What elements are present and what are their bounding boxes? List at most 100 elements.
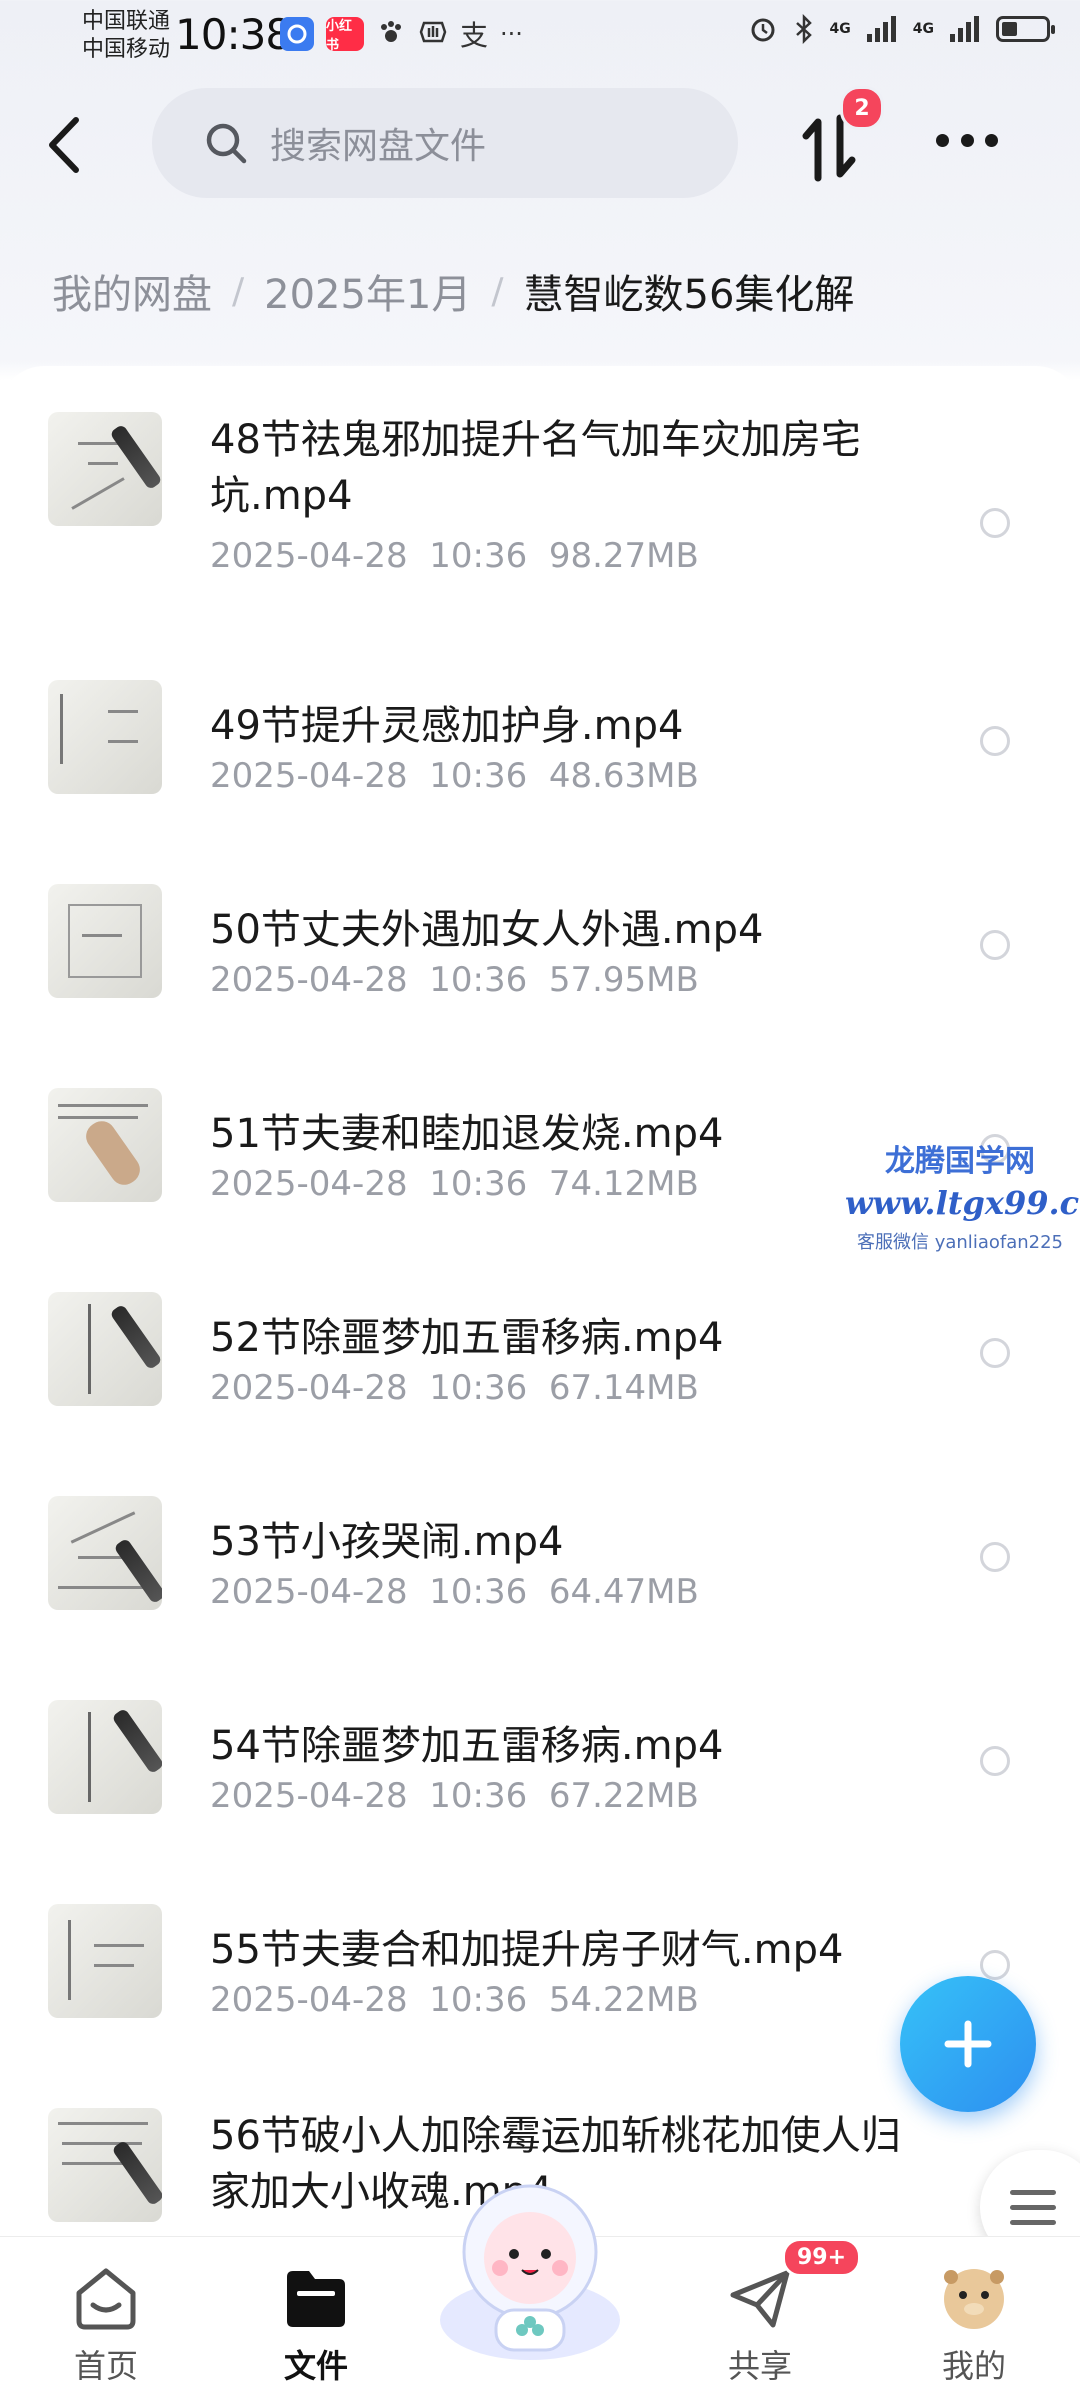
file-name: 55节夫妻合和加提升房子财气.mp4	[210, 1927, 844, 1973]
battery-icon	[996, 16, 1055, 42]
file-meta: 2025-04-28 10:36 67.14MB	[210, 1368, 699, 1408]
menu-line-icon	[1010, 2220, 1056, 2225]
tab-home-label: 首页	[73, 2347, 138, 2385]
assistant-mascot-button[interactable]	[430, 2170, 630, 2360]
watermark-url: www.ltgx99.com	[845, 1184, 1080, 1222]
file-meta: 2025-04-28 10:36 57.95MB	[210, 960, 699, 1000]
file-time: 10:36	[429, 536, 528, 576]
file-row[interactable]: 52节除噩梦加五雷移病.mp4 2025-04-28 10:36 67.14MB	[0, 1292, 1080, 1472]
tab-mine-label: 我的	[941, 2347, 1006, 2385]
tab-share[interactable]: 共享	[690, 2265, 830, 2387]
select-checkbox[interactable]	[980, 1746, 1010, 1776]
watermark-title: 龙腾国学网	[885, 1144, 1035, 1179]
plus-icon	[944, 2020, 992, 2068]
file-row[interactable]: 50节丈夫外遇加女人外遇.mp4 2025-04-28 10:36 57.95M…	[0, 884, 1080, 1064]
breadcrumb-folder[interactable]: 2025年1月	[264, 262, 471, 320]
file-date: 2025-04-28	[210, 1572, 408, 1612]
file-time: 10:36	[429, 1776, 528, 1816]
file-time: 10:36	[429, 960, 528, 1000]
file-thumbnail	[48, 1292, 162, 1406]
file-name: 52节除噩梦加五雷移病.mp4	[210, 1315, 724, 1361]
select-checkbox[interactable]	[980, 508, 1010, 538]
system-icons: 4G 4G	[748, 14, 1055, 44]
breadcrumb-separator: /	[491, 270, 504, 312]
file-size: 98.27MB	[548, 536, 699, 576]
file-date: 2025-04-28	[210, 1776, 408, 1816]
tab-mine[interactable]: 我的	[904, 2265, 1044, 2387]
file-meta: 2025-04-28 10:36 74.12MB	[210, 1164, 699, 1204]
select-checkbox[interactable]	[980, 1338, 1010, 1368]
search-icon	[206, 123, 247, 164]
status-bar: 中国联通 中国移动 10:38 小红书 支 ··· 4G 4G	[0, 0, 1080, 76]
file-thumbnail	[48, 412, 162, 526]
hand-icon	[418, 17, 448, 51]
network-type-2: 4G	[912, 21, 934, 37]
watermark-contact: 客服微信 yanliaofan225	[857, 1232, 1063, 1253]
file-size: 74.12MB	[548, 1164, 699, 1204]
home-icon	[76, 2268, 136, 2330]
select-checkbox[interactable]	[980, 1542, 1010, 1572]
file-list: 48节祛鬼邪加提升名气加车灾加房宅坑.mp4 2025-04-28 10:36 …	[0, 366, 1080, 2236]
avatar	[944, 2269, 1004, 2329]
tab-files[interactable]: 文件	[246, 2265, 386, 2387]
menu-line-icon	[1010, 2190, 1056, 2195]
file-size: 57.95MB	[548, 960, 699, 1000]
file-date: 2025-04-28	[210, 1368, 408, 1408]
carrier-2: 中国移动	[82, 37, 171, 62]
select-checkbox[interactable]	[980, 930, 1010, 960]
back-button[interactable]	[40, 110, 90, 180]
file-meta: 2025-04-28 10:36 67.22MB	[210, 1776, 699, 1816]
add-button[interactable]	[900, 1976, 1036, 2112]
breadcrumb-root[interactable]: 我的网盘	[52, 262, 212, 320]
file-thumbnail	[48, 1496, 162, 1610]
file-size: 48.63MB	[548, 756, 699, 796]
more-dot-icon	[936, 133, 949, 147]
file-thumbnail	[48, 1904, 162, 2018]
file-time: 10:36	[429, 756, 528, 796]
xiaohongshu-icon: 小红书	[326, 17, 364, 53]
select-checkbox[interactable]	[980, 1950, 1010, 1980]
notification-icons: 小红书 支 ···	[280, 16, 523, 53]
more-options-button[interactable]	[936, 120, 998, 160]
file-size: 67.22MB	[548, 1776, 699, 1816]
file-time: 10:36	[429, 1368, 528, 1408]
tab-home[interactable]: 首页	[36, 2265, 176, 2387]
file-meta: 2025-04-28 10:36 64.47MB	[210, 1572, 699, 1612]
battery-level	[1002, 22, 1017, 36]
search-placeholder: 搜索网盘文件	[270, 126, 487, 167]
status-time: 10:38	[175, 10, 292, 59]
bluetooth-icon	[795, 14, 812, 44]
paw-icon	[376, 17, 406, 51]
file-date: 2025-04-28	[210, 1980, 408, 2020]
share-badge: 99+	[782, 2238, 862, 2277]
carrier-1: 中国联通	[82, 9, 171, 34]
file-name: 50节丈夫外遇加女人外遇.mp4	[210, 907, 764, 953]
file-row[interactable]: 49节提升灵感加护身.mp4 2025-04-28 10:36 48.63MB	[0, 680, 1080, 860]
select-checkbox[interactable]	[980, 726, 1010, 756]
file-meta: 2025-04-28 10:36 48.63MB	[210, 756, 699, 796]
mascot-icon	[440, 2184, 620, 2360]
search-input[interactable]: 搜索网盘文件	[152, 88, 738, 198]
file-name: 48节祛鬼邪加提升名气加车灾加房宅坑.mp4	[210, 417, 861, 519]
more-dot-icon	[985, 133, 998, 147]
tab-files-label: 文件	[283, 2347, 348, 2385]
network-type-1: 4G	[829, 21, 851, 37]
file-name: 51节夫妻和睦加退发烧.mp4	[210, 1111, 724, 1157]
file-thumbnail	[48, 2108, 162, 2222]
signal-icon-2	[950, 16, 979, 42]
file-row[interactable]: 54节除噩梦加五雷移病.mp4 2025-04-28 10:36 67.22MB	[0, 1700, 1080, 1880]
file-row[interactable]: 53节小孩哭闹.mp4 2025-04-28 10:36 64.47MB	[0, 1496, 1080, 1676]
file-meta: 2025-04-28 10:36 98.27MB	[210, 536, 699, 576]
app-notification-icon	[280, 17, 314, 51]
more-dot-icon	[960, 133, 974, 147]
breadcrumb-separator: /	[232, 270, 245, 312]
file-name: 53节小孩哭闹.mp4	[210, 1519, 564, 1565]
file-date: 2025-04-28	[210, 960, 408, 1000]
carrier-info: 中国联通 中国移动	[82, 8, 170, 64]
file-size: 64.47MB	[548, 1572, 699, 1612]
back-arrow-icon	[49, 117, 79, 173]
file-thumbnail	[48, 1088, 162, 1202]
file-row[interactable]: 48节祛鬼邪加提升名气加车灾加房宅坑.mp4 2025-04-28 10:36 …	[0, 412, 1080, 592]
file-thumbnail	[48, 884, 162, 998]
file-thumbnail	[48, 1700, 162, 1814]
